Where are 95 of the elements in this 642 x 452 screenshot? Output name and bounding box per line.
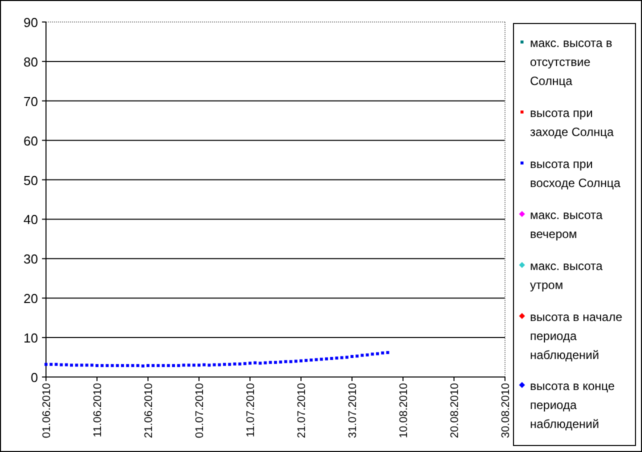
data-point: [80, 364, 84, 367]
data-point: [248, 362, 252, 365]
data-point: [254, 361, 257, 364]
legend-label: высота при восходе Солнца: [530, 156, 622, 192]
data-point: [90, 364, 94, 367]
data-point: [192, 364, 196, 367]
x-tick-label: 21.07.2010: [296, 383, 308, 438]
data-point: [96, 364, 98, 368]
legend-label: макс. высота в отсутствие Солнца: [530, 35, 614, 90]
data-point: [70, 364, 73, 367]
data-point: [386, 351, 390, 354]
x-tick-label: 31.07.2010: [347, 383, 359, 438]
data-point: [162, 364, 165, 368]
data-point: [208, 364, 211, 367]
data-point: [274, 360, 277, 364]
data-point: [85, 364, 88, 367]
x-tick-label: 30.08.2010: [500, 383, 511, 438]
legend-label: высота в начале периода наблюдений: [530, 308, 624, 364]
data-point: [238, 362, 242, 366]
x-tick-label: 10.08.2010: [398, 383, 410, 438]
y-tick-label: 90: [24, 15, 38, 30]
legend-label: высота в конце периода наблюдений: [530, 378, 616, 434]
data-point: [141, 364, 144, 368]
x-tick-label: 11.06.2010: [92, 383, 104, 438]
legend-label: высота при заходе Солнца: [530, 105, 615, 142]
y-tick-label: 30: [24, 252, 38, 267]
data-point: [198, 364, 200, 367]
data-point: [350, 355, 354, 358]
data-point: [345, 356, 348, 359]
x-tick-label: 20.08.2010: [449, 383, 461, 438]
legend-label: макс. высота вечером: [530, 206, 604, 243]
data-point: [182, 364, 186, 367]
data-point: [310, 358, 313, 362]
y-tick-label: 70: [24, 94, 38, 109]
data-point: [152, 364, 155, 368]
y-tick-label: 0: [30, 370, 38, 385]
data-point: [264, 361, 267, 364]
data-point: [279, 360, 282, 364]
y-tick-label: 40: [24, 212, 38, 228]
data-point: [177, 364, 180, 368]
data-point: [223, 362, 226, 366]
data-point: [54, 362, 58, 366]
data-point: [136, 364, 140, 368]
data-point: [172, 364, 175, 368]
data-point: [366, 353, 369, 356]
data-point: [376, 352, 379, 356]
data-point: [131, 364, 134, 368]
data-point: [258, 362, 262, 365]
data-point: [50, 362, 53, 366]
data-point: [110, 364, 114, 368]
data-point: [44, 362, 48, 366]
data-point: [330, 356, 334, 360]
data-point: [268, 360, 272, 364]
data-point: [340, 356, 344, 360]
data-point: [356, 354, 359, 358]
data-point: [284, 360, 288, 364]
data-point: [289, 360, 292, 364]
y-tick-label: 50: [24, 172, 38, 188]
data-point: [325, 357, 328, 360]
x-tick-label: 01.07.2010: [194, 383, 206, 438]
y-tick-label: 20: [24, 291, 38, 306]
data-point: [218, 363, 221, 366]
x-tick-label: 21.06.2010: [143, 383, 155, 438]
data-point: [360, 354, 364, 357]
data-point: [314, 358, 318, 362]
data-point: [126, 364, 130, 368]
data-point: [294, 360, 298, 363]
data-point: [116, 364, 119, 368]
data-point: [75, 364, 78, 367]
data-point: [156, 364, 160, 368]
data-point: [370, 352, 374, 356]
data-point: [381, 351, 384, 354]
y-tick-label: 10: [24, 330, 38, 346]
data-point: [64, 363, 68, 366]
data-point: [228, 362, 232, 366]
data-point: [60, 363, 63, 366]
data-point: [335, 356, 338, 360]
data-point: [320, 358, 323, 361]
legend-label: макс. высота утром: [530, 258, 604, 294]
data-point: [146, 364, 150, 368]
y-tick-label: 60: [24, 133, 38, 148]
data-point: [233, 362, 236, 366]
data-point: [121, 364, 124, 368]
data-point: [202, 363, 206, 366]
data-point: [304, 358, 308, 362]
data-point: [100, 364, 104, 368]
data-point: [300, 359, 302, 362]
data-point: [212, 363, 216, 366]
y-tick-label: 80: [24, 54, 38, 70]
x-tick-label: 11.07.2010: [245, 383, 257, 438]
data-point: [243, 362, 246, 366]
x-tick-label: 01.06.2010: [41, 383, 53, 438]
data-point: [187, 364, 190, 367]
data-point: [106, 364, 109, 368]
data-point: [166, 364, 170, 368]
